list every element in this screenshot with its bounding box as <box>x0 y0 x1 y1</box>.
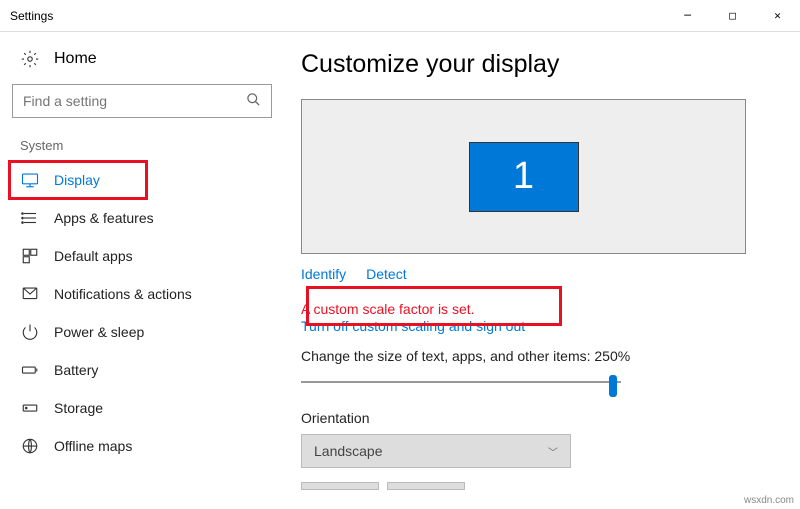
text-size-slider[interactable] <box>301 372 621 392</box>
text-size-label: Change the size of text, apps, and other… <box>301 348 770 364</box>
sidebar-item-label: Battery <box>54 362 98 378</box>
orientation-value: Landscape <box>314 443 383 459</box>
turn-off-custom-scaling-link[interactable]: Turn off custom scaling and sign out <box>301 318 770 334</box>
chevron-down-icon: ﹀ <box>548 444 558 459</box>
close-button[interactable]: ✕ <box>755 0 800 31</box>
sidebar-item-label: Power & sleep <box>54 324 144 340</box>
monitor-preview-area[interactable]: 1 <box>301 99 746 254</box>
cancel-button[interactable] <box>387 482 465 490</box>
sidebar-item-default-apps[interactable]: Default apps <box>12 237 295 275</box>
identify-link[interactable]: Identify <box>301 266 346 282</box>
gear-icon <box>20 50 40 68</box>
slider-thumb[interactable] <box>609 375 617 397</box>
sidebar-item-label: Offline maps <box>54 438 132 454</box>
watermark: wsxdn.com <box>744 495 794 506</box>
battery-icon <box>20 361 40 379</box>
storage-icon <box>20 399 40 417</box>
sidebar-item-label: Apps & features <box>54 210 154 226</box>
page-title: Customize your display <box>301 50 770 79</box>
custom-scale-warning: A custom scale factor is set. <box>301 300 770 318</box>
window-title: Settings <box>10 9 665 23</box>
home-nav[interactable]: Home <box>12 44 295 74</box>
sidebar-item-power-sleep[interactable]: Power & sleep <box>12 313 295 351</box>
maps-icon <box>20 437 40 455</box>
apply-button[interactable] <box>301 482 379 490</box>
power-icon <box>20 323 40 341</box>
sidebar-item-offline-maps[interactable]: Offline maps <box>12 427 295 465</box>
search-icon <box>246 92 261 110</box>
monitor-1[interactable]: 1 <box>469 142 579 212</box>
sidebar-item-label: Storage <box>54 400 103 416</box>
sidebar-item-label: Notifications & actions <box>54 286 192 302</box>
maximize-button[interactable]: □ <box>710 0 755 31</box>
orientation-label: Orientation <box>301 410 770 426</box>
list-icon <box>20 209 40 227</box>
sidebar-item-display[interactable]: Display <box>12 161 295 199</box>
minimize-button[interactable]: ─ <box>665 0 710 31</box>
sidebar-item-battery[interactable]: Battery <box>12 351 295 389</box>
sidebar-item-label: Display <box>54 172 100 188</box>
sidebar-item-notifications[interactable]: Notifications & actions <box>12 275 295 313</box>
sidebar-item-storage[interactable]: Storage <box>12 389 295 427</box>
search-box[interactable] <box>12 84 272 118</box>
search-input[interactable] <box>23 93 246 109</box>
slider-track <box>301 381 621 383</box>
section-system-label: System <box>12 134 295 161</box>
orientation-dropdown[interactable]: Landscape ﹀ <box>301 434 571 468</box>
notifications-icon <box>20 285 40 303</box>
default-apps-icon <box>20 247 40 265</box>
home-label: Home <box>54 50 97 68</box>
display-icon <box>20 171 40 189</box>
monitor-number: 1 <box>513 155 534 198</box>
detect-link[interactable]: Detect <box>366 266 406 282</box>
sidebar-item-label: Default apps <box>54 248 133 264</box>
sidebar-item-apps-features[interactable]: Apps & features <box>12 199 295 237</box>
